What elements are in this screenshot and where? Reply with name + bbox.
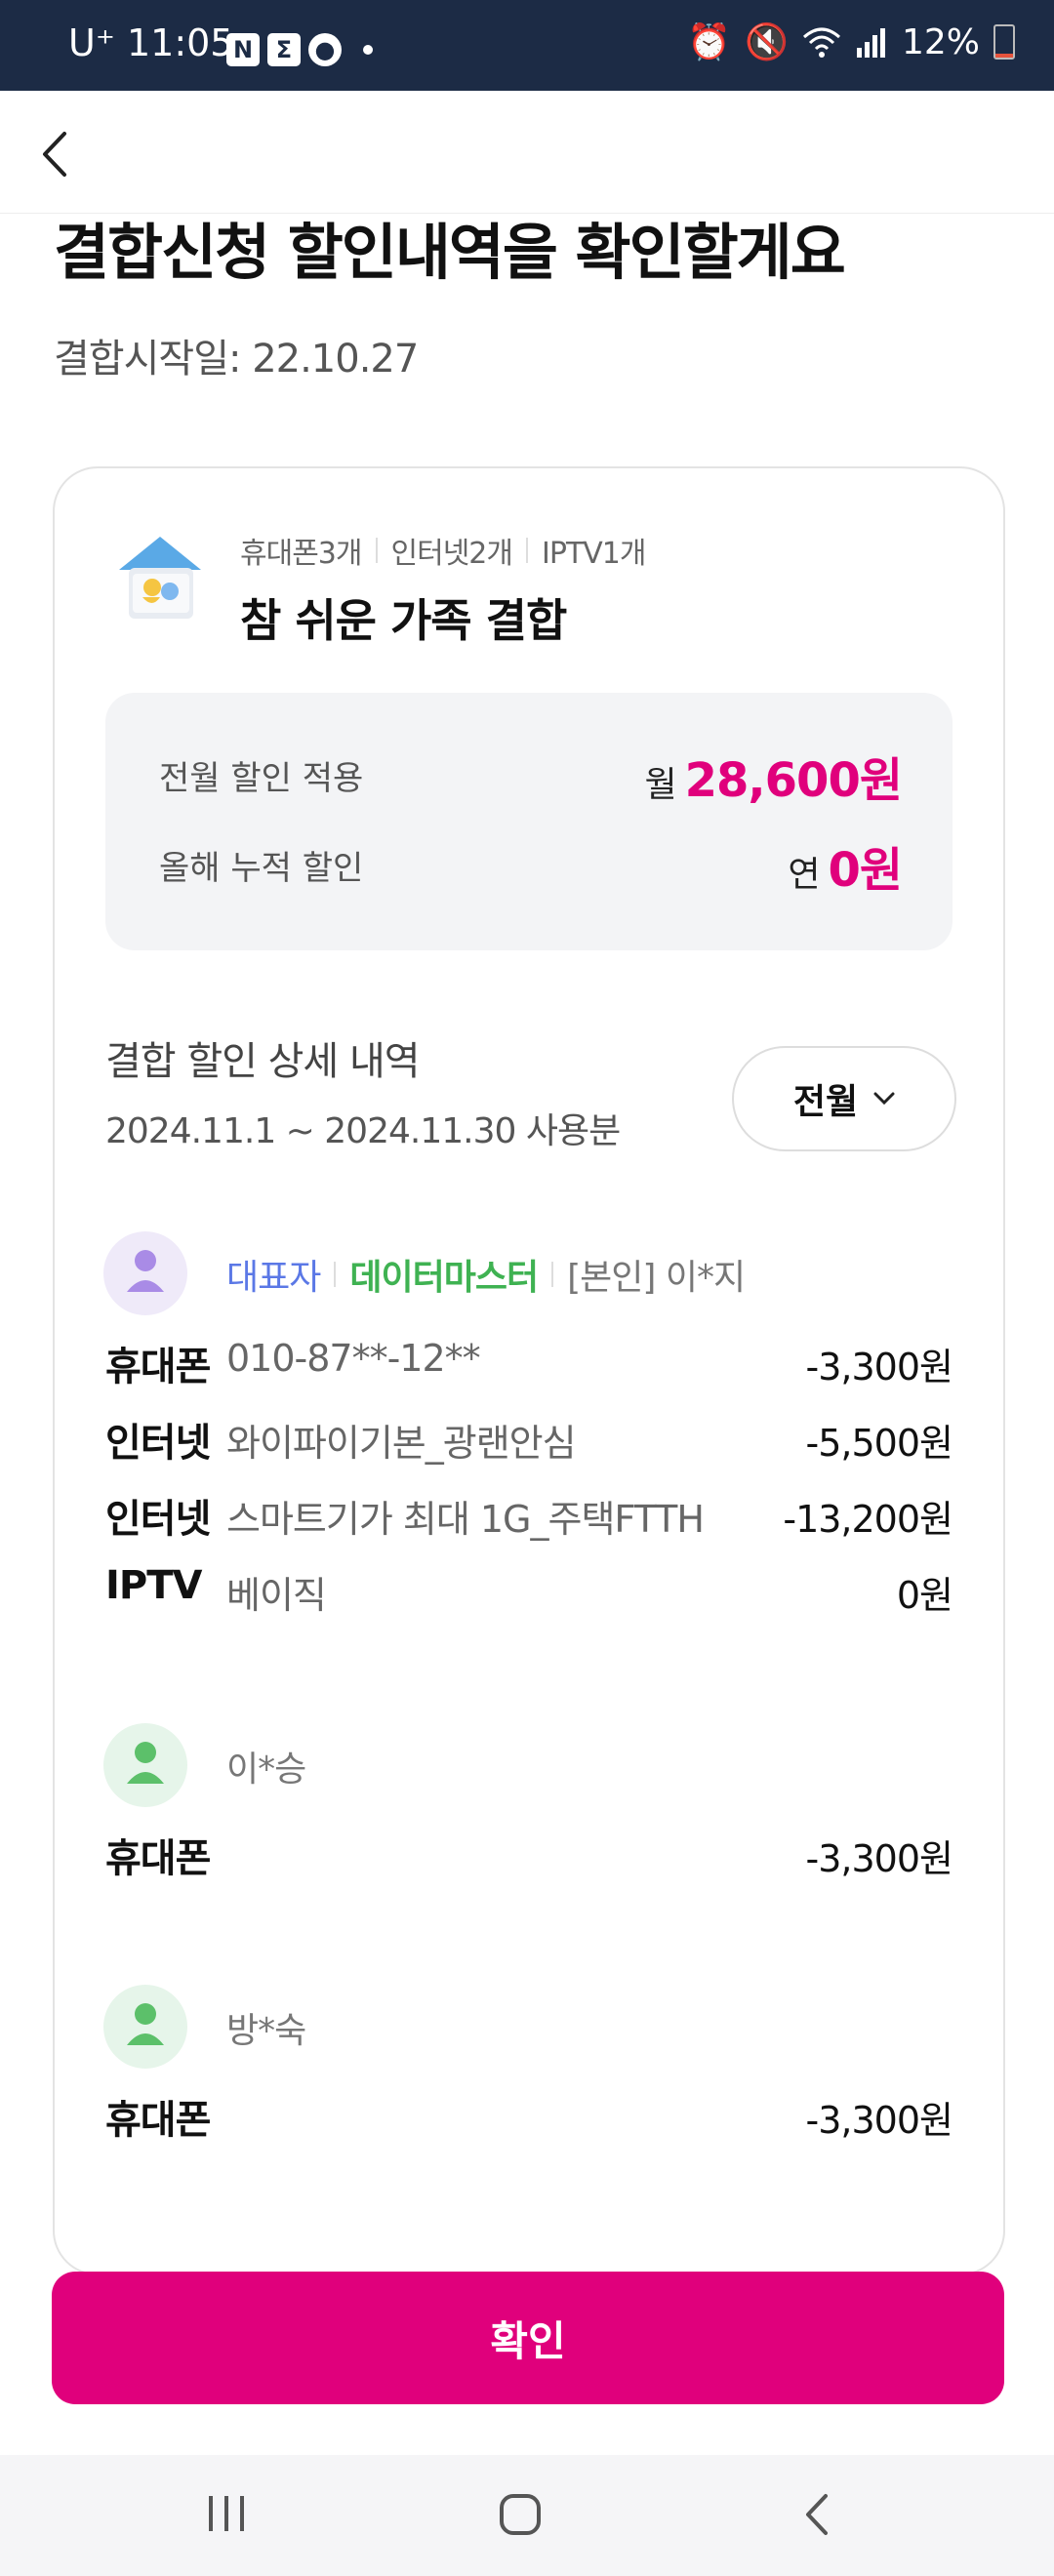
battery-icon bbox=[993, 24, 1015, 60]
discount-summary: 전월 할인 적용 월 28,600원 올해 누적 할인 연 0원 bbox=[105, 693, 953, 950]
product-desc: 010-87**-12** bbox=[226, 1337, 481, 1380]
battery-percent: 12% bbox=[901, 21, 980, 62]
recent-apps-icon[interactable] bbox=[205, 2492, 250, 2535]
notification-icons: N Σ ● bbox=[226, 33, 373, 66]
line-item: 휴대폰 -3,300원 bbox=[105, 1827, 953, 1885]
page-title: 결합신청 할인내역을 확인할게요 bbox=[54, 217, 846, 288]
product-desc: 스마트기가 최대 1G_주택FTTH bbox=[226, 1498, 705, 1541]
line-item: 휴대폰 -3,300원 bbox=[105, 2088, 953, 2147]
naver-icon: N bbox=[226, 33, 260, 66]
month-select-button[interactable]: 전월 bbox=[732, 1046, 956, 1151]
chevron-down-icon bbox=[873, 1092, 895, 1106]
representative-badge: 대표자 bbox=[226, 1258, 321, 1298]
nav-back-icon[interactable] bbox=[800, 2492, 833, 2537]
avatar bbox=[103, 1985, 187, 2069]
divider bbox=[526, 538, 528, 563]
status-time: U⁺ 11:05 bbox=[68, 21, 233, 64]
last-month-amount: 28,600원 bbox=[684, 753, 903, 808]
battery-fill bbox=[995, 54, 1013, 58]
yearly-total-label: 올해 누적 할인 bbox=[159, 849, 364, 888]
product-kind: IPTV bbox=[105, 1563, 202, 1608]
last-month-label: 전월 할인 적용 bbox=[159, 759, 364, 798]
divider bbox=[551, 1262, 554, 1287]
member-plan: 데이터마스터 bbox=[349, 1258, 539, 1298]
discount-amount: -13,200원 bbox=[783, 1498, 953, 1541]
product-kind: 인터넷 bbox=[105, 1497, 211, 1542]
sigma-icon: Σ bbox=[267, 33, 301, 66]
yearly-total-value: 연 0원 bbox=[788, 831, 903, 900]
yearly-total-amount: 0원 bbox=[828, 843, 903, 898]
house-icon bbox=[119, 537, 201, 619]
month-select-label: 전월 bbox=[792, 1082, 859, 1122]
member-header: 이*승 bbox=[226, 1741, 306, 1791]
wifi-icon bbox=[802, 27, 840, 58]
product-kind: 휴대폰 bbox=[105, 1836, 211, 1881]
usage-period: 2024.11.1 ~ 2024.11.30 사용분 bbox=[105, 1111, 621, 1151]
divider bbox=[375, 538, 378, 563]
period-unit: 월 bbox=[644, 765, 677, 805]
bundle-plan-name: 참 쉬운 가족 결합 bbox=[240, 594, 567, 647]
chat-icon: ● bbox=[308, 33, 342, 66]
mute-icon: 🔇 bbox=[745, 22, 789, 62]
discount-amount: -3,300원 bbox=[805, 2099, 953, 2142]
bundle-card: 휴대폰3개 인터넷2개 IPTV1개 참 쉬운 가족 결합 전월 할인 적용 월… bbox=[53, 466, 1005, 2275]
product-desc: 베이직 bbox=[226, 1574, 327, 1617]
home-icon[interactable] bbox=[498, 2492, 543, 2537]
discount-amount: -3,300원 bbox=[805, 1346, 953, 1389]
carrier-label: U⁺ bbox=[68, 21, 115, 64]
person-icon bbox=[127, 1742, 164, 1784]
member-name: 방*숙 bbox=[226, 2011, 306, 2051]
period-unit: 연 bbox=[788, 855, 821, 895]
top-app-bar bbox=[0, 91, 1054, 214]
divider bbox=[334, 1262, 337, 1287]
line-item: IPTV 베이직 0원 bbox=[105, 1563, 953, 1622]
confirm-button[interactable]: 확인 bbox=[52, 2272, 1004, 2404]
clock: 11:05 bbox=[126, 21, 234, 64]
member-name: 이*승 bbox=[226, 1750, 306, 1790]
discount-amount: -3,300원 bbox=[805, 1837, 953, 1880]
back-arrow-icon[interactable] bbox=[37, 130, 70, 179]
product-desc: 와이파이기본_광랜안심 bbox=[226, 1422, 577, 1465]
line-item: 휴대폰 010-87**-12** -3,300원 bbox=[105, 1335, 953, 1393]
alarm-icon: ⏰ bbox=[687, 22, 732, 62]
system-icons: ⏰ 🔇 12% bbox=[687, 21, 1015, 62]
line-item: 인터넷 스마트기가 최대 1G_주택FTTH -13,200원 bbox=[105, 1487, 953, 1546]
person-icon bbox=[127, 1250, 164, 1292]
product-counts: 휴대폰3개 인터넷2개 IPTV1개 bbox=[240, 529, 646, 572]
product-kind: 인터넷 bbox=[105, 1421, 211, 1466]
system-nav-bar bbox=[0, 2455, 1054, 2576]
signal-icon bbox=[856, 28, 885, 58]
last-month-value: 월 28,600원 bbox=[644, 742, 903, 810]
line-item: 인터넷 와이파이기본_광랜안심 -5,500원 bbox=[105, 1411, 953, 1469]
product-kind: 휴대폰 bbox=[105, 2098, 211, 2143]
member-header: 대표자 데이터마스터 [본인] 이*지 bbox=[226, 1249, 746, 1300]
internet-count: 인터넷2개 bbox=[390, 537, 513, 571]
phone-count: 휴대폰3개 bbox=[240, 537, 362, 571]
member-header: 방*숙 bbox=[226, 2002, 306, 2053]
more-dot-icon bbox=[363, 45, 373, 55]
member-name: [본인] 이*지 bbox=[567, 1258, 746, 1298]
discount-amount: 0원 bbox=[896, 1574, 953, 1617]
iptv-count: IPTV1개 bbox=[542, 537, 646, 571]
avatar bbox=[103, 1231, 187, 1315]
person-icon bbox=[127, 2003, 164, 2045]
status-bar: U⁺ 11:05 N Σ ● ⏰ 🔇 12% bbox=[0, 0, 1054, 91]
bundle-start-date: 결합시작일: 22.10.27 bbox=[54, 337, 419, 382]
avatar bbox=[103, 1723, 187, 1807]
discount-amount: -5,500원 bbox=[805, 1422, 953, 1465]
product-kind: 휴대폰 bbox=[105, 1345, 211, 1389]
detail-section-title: 결합 할인 상세 내역 bbox=[105, 1039, 421, 1084]
